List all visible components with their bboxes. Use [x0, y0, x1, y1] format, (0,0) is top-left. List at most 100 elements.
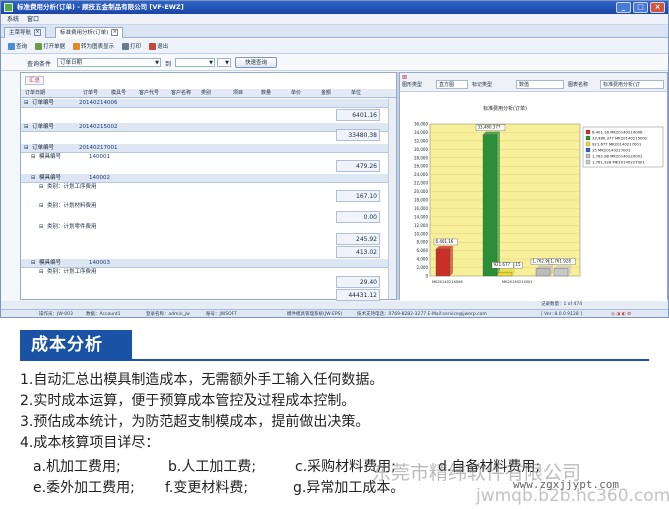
grand-total-cell: 44431.12: [336, 289, 380, 301]
expand-icon[interactable]: ⊟: [24, 123, 29, 132]
col-quantity[interactable]: 数量: [261, 89, 271, 98]
record-count: 记录数量：1 of 474: [541, 302, 583, 307]
cost-item: b.人工加工费;: [168, 459, 257, 475]
summary-tab[interactable]: 汇总: [25, 76, 45, 85]
expand-icon[interactable]: ⊟: [39, 183, 44, 192]
table-row[interactable]: ⊟ 模具编号 140003: [21, 259, 396, 268]
menu-window[interactable]: 窗口: [27, 14, 39, 24]
mark-type-label: 标记类型: [472, 82, 493, 88]
bar-top: [536, 265, 553, 269]
expand-icon[interactable]: ⊟: [24, 144, 29, 153]
expand-icon[interactable]: ⊟: [31, 259, 36, 268]
feature-line-2: 2.实时成本运算，便于预算成本管控及过程成本控制。: [20, 393, 356, 409]
expand-icon[interactable]: ⊟: [24, 99, 29, 108]
col-mold-no[interactable]: 模具号: [111, 89, 126, 98]
legend-entry: 921.677 MK20140217001: [592, 142, 642, 147]
expand-icon[interactable]: ⊟: [39, 223, 44, 232]
y-tick-label: 10,000: [414, 231, 428, 236]
vertical-scrollbar[interactable]: [388, 98, 396, 299]
menu-bar: 系统 窗口: [1, 14, 668, 25]
group-value: 20140214006: [79, 100, 118, 106]
expand-icon[interactable]: ⊟: [31, 153, 36, 162]
group-label: 模具编号: [39, 175, 62, 181]
tab-strip: 主菜导航 × 标准费用分析(订单) ×: [1, 25, 668, 38]
quick-query-button[interactable]: 快速查询: [235, 57, 277, 68]
close-button[interactable]: ×: [650, 2, 665, 13]
filter-extra-select[interactable]: ▼: [217, 58, 231, 67]
table-row[interactable]: ⊟ 类别：计划零件费用: [21, 223, 396, 232]
minimize-button[interactable]: _: [616, 2, 631, 13]
print-button[interactable]: 打印: [120, 41, 143, 52]
filter-field-select[interactable]: 订单日期 ▼: [57, 58, 161, 67]
menu-system[interactable]: 系统: [7, 14, 19, 24]
x-tick-label: MK20140215001: [502, 280, 533, 284]
close-icon[interactable]: ×: [34, 29, 42, 36]
cost-item: f.变更材料费;: [165, 480, 249, 496]
filter-end-select[interactable]: ▼: [175, 58, 215, 67]
col-unit[interactable]: 单位: [351, 89, 361, 98]
bar: [535, 268, 551, 277]
chart-type-select[interactable]: 直方图: [436, 80, 468, 89]
y-tick-label: 26,000: [414, 164, 428, 169]
cost-item: a.机加工费用;: [33, 459, 121, 475]
table-row[interactable]: ⊟ 类别：计划材料费用: [21, 202, 396, 211]
col-customer-name[interactable]: 客户名称: [171, 89, 191, 98]
chart-area: 标准费用分析(订单) 0 2,000 4,000 6,000 8,000 10,000 12,…: [400, 92, 667, 301]
category-label: 类别：计划工序费用: [47, 184, 97, 190]
table-row[interactable]: ⊟ 模具编号 140002: [21, 174, 396, 183]
print-label: 打印: [130, 44, 142, 50]
col-customer-code[interactable]: 客户代号: [139, 89, 159, 98]
col-order-date[interactable]: 订单日期: [25, 89, 45, 98]
amount-cell: 245.92: [336, 233, 380, 245]
bottom-status-bar: 操作员：JW-003 数据：Account1 登录名称：admin_jw 账号：…: [1, 309, 668, 317]
data-label: 921.677: [494, 262, 511, 267]
watermark-site: jwmqb.b2b.hc360.com: [476, 486, 669, 506]
cost-item: e.委外加工费用;: [33, 480, 135, 496]
tab-cost-analysis[interactable]: 标准费用分析(订单) ×: [55, 27, 124, 38]
group-label: 模具编号: [39, 260, 62, 266]
col-item[interactable]: 项目: [233, 89, 243, 98]
support-label: 技术支持电话：0769-8282-3277 E-Mail:service@jwe…: [357, 312, 487, 317]
exit-icon: [149, 42, 157, 50]
expand-icon[interactable]: ⊟: [39, 268, 44, 277]
group-value: 20140217001: [79, 145, 118, 151]
open-doc-button[interactable]: 打开单据: [33, 41, 67, 52]
open-doc-label: 打开单据: [43, 44, 66, 50]
company-label: 账号：JWSOFT: [206, 312, 237, 317]
expand-icon[interactable]: ⊟: [39, 202, 44, 211]
y-tick-label: 28,000: [414, 155, 428, 160]
filter-label: 查询条件: [27, 61, 52, 68]
filter-field-value: 订单日期: [60, 60, 83, 66]
query-button[interactable]: 查询: [6, 41, 29, 52]
legend-swatch: [585, 129, 591, 135]
query-label: 查询: [16, 44, 28, 50]
col-unit-price[interactable]: 单价: [291, 89, 301, 98]
tray-icons[interactable]: ◎ ◑ ◐ ⚙: [611, 310, 631, 317]
exit-button[interactable]: 退出: [147, 41, 170, 52]
app-window: 标准费用分析(订单) - 顾技五金制品有限公司 [VF-EWZ] _ □ × 系…: [0, 0, 669, 318]
col-order-no[interactable]: 订单号: [83, 89, 98, 98]
expand-icon[interactable]: ⊟: [31, 174, 36, 183]
chart-name-value: 标准费用分析(订: [603, 82, 640, 88]
mark-type-select[interactable]: 数值: [516, 80, 564, 89]
data-label: 33,480.377: [478, 125, 501, 130]
data-label: 1,761.928: [551, 259, 572, 264]
legend-entry: 33,480.377 MK20140215002: [592, 136, 648, 141]
close-icon[interactable]: ⊠: [402, 74, 407, 81]
maximize-button[interactable]: □: [633, 2, 648, 13]
chart-type-label: 图形类型: [402, 82, 423, 88]
feature-line-3: 3.预估成本统计，为防范超支制模成本，提前做出决策。: [20, 414, 370, 430]
legend-swatch: [585, 141, 591, 147]
data-label: 1,762.98: [533, 259, 551, 264]
legend-swatch: [585, 159, 591, 165]
tab-main-nav[interactable]: 主菜导航 ×: [4, 27, 47, 38]
chart-name-input[interactable]: 标准费用分析(订: [600, 80, 664, 89]
chart-name-label: 图表名称: [568, 82, 589, 88]
chart-icon: [73, 42, 81, 50]
table-row[interactable]: ⊟ 订单编号 20140217001: [21, 144, 396, 153]
table-row[interactable]: ⊟ 订单编号 20140214006: [21, 99, 396, 108]
col-category[interactable]: 类别: [201, 89, 211, 98]
col-amount[interactable]: 金额: [321, 89, 331, 98]
chart-view-button[interactable]: 转为图表显示: [71, 41, 116, 52]
close-icon[interactable]: ×: [111, 29, 119, 36]
